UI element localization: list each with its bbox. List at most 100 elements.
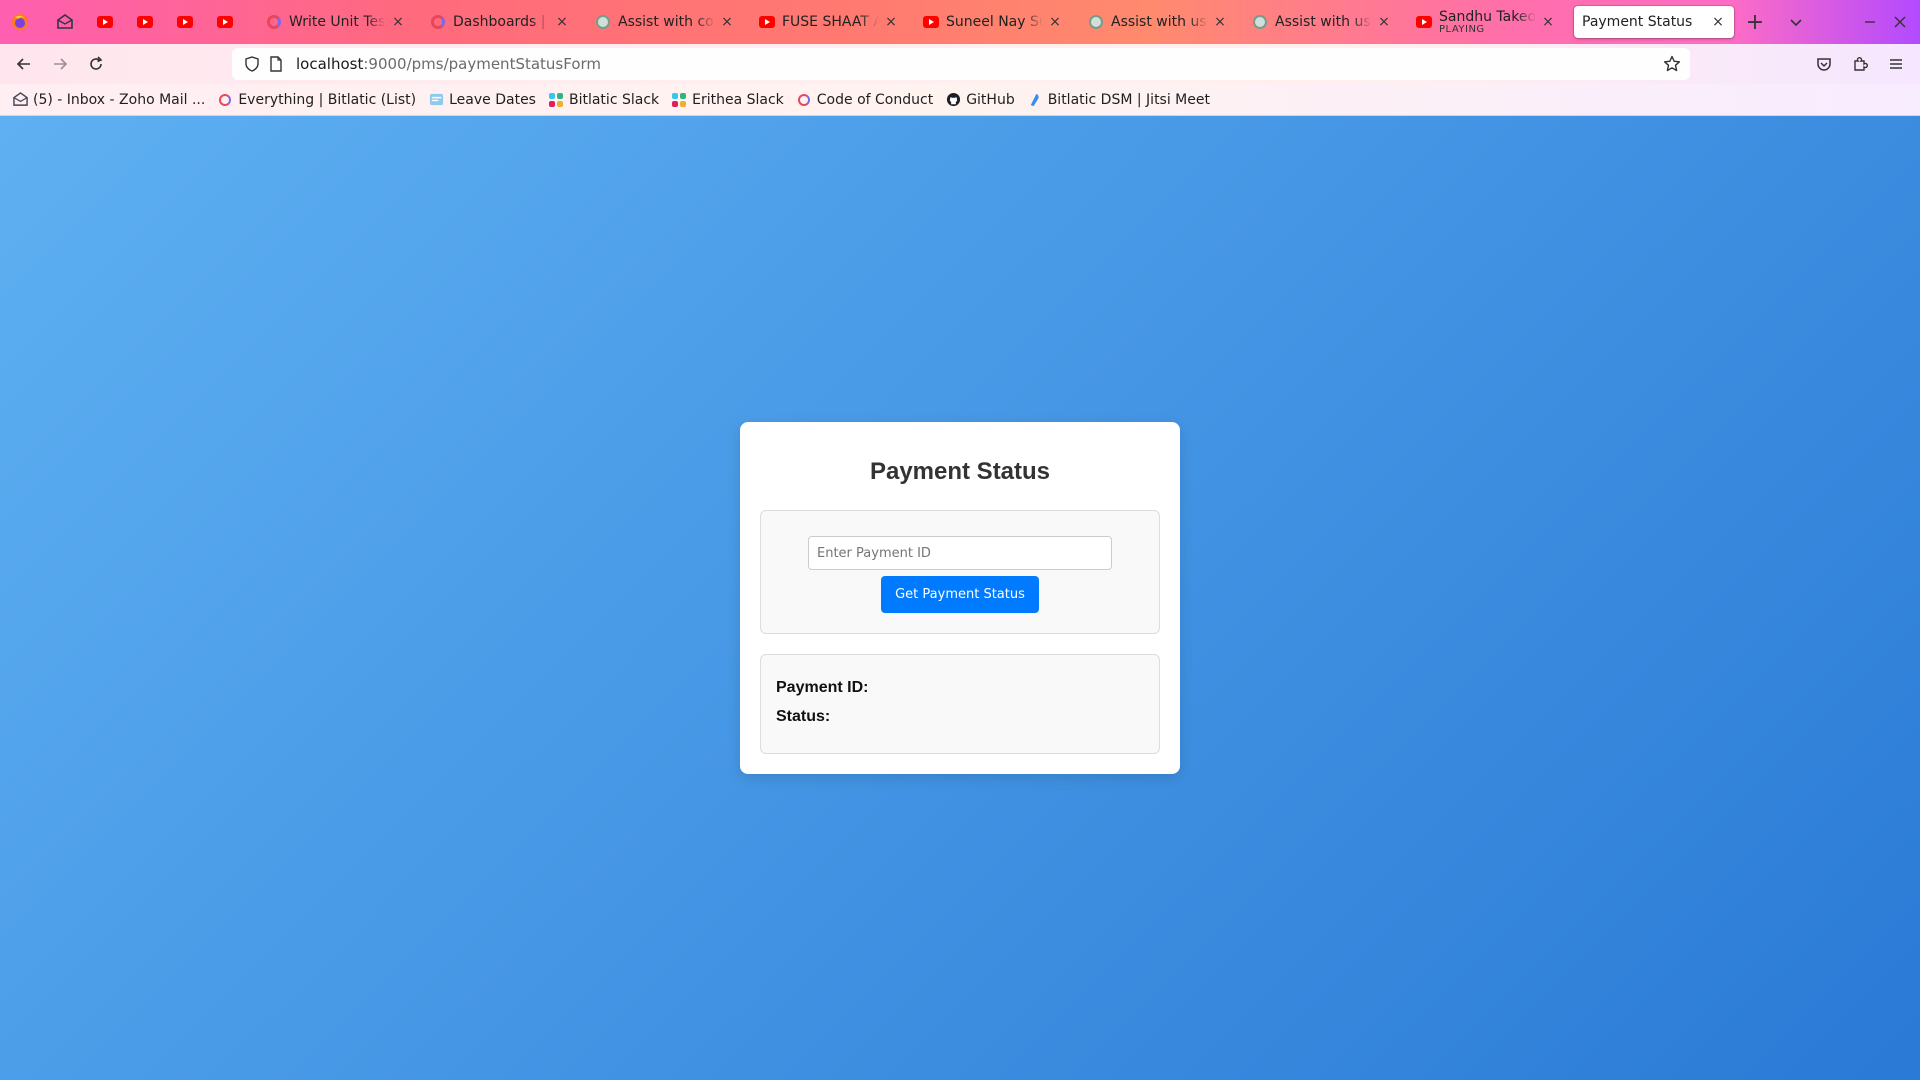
close-icon[interactable]: × (719, 14, 735, 30)
get-payment-status-button[interactable]: Get Payment Status (881, 576, 1039, 613)
clickup-icon (431, 15, 445, 29)
puzzle-icon (1854, 57, 1868, 71)
zoho-mail-icon (12, 92, 28, 108)
bookmark-label: Code of Conduct (816, 91, 934, 108)
url-text[interactable]: localhost:9000/pms/paymentStatusForm (296, 55, 601, 73)
pinned-tab-youtube-3[interactable] (167, 6, 203, 38)
reload-icon (90, 56, 103, 70)
close-icon (1894, 16, 1906, 28)
tab-suneel-nay-sulel[interactable]: Suneel Nay Sulel × (915, 6, 1071, 38)
arrow-right-icon (54, 58, 68, 70)
youtube-icon (217, 16, 233, 28)
slack-icon (548, 92, 563, 107)
pocket-icon (1817, 58, 1831, 71)
page-content: Payment Status Get Payment Status Paymen… (0, 116, 1920, 1080)
youtube-icon (1416, 16, 1432, 28)
minimize-button[interactable] (1858, 10, 1882, 34)
clickup-icon (267, 15, 281, 29)
bookmark-label: Leave Dates (449, 91, 536, 108)
youtube-icon (97, 16, 113, 28)
bookmark-bitlatic-slack[interactable]: Bitlatic Slack (548, 92, 659, 108)
back-button[interactable] (12, 52, 36, 76)
hamburger-menu-icon (1890, 59, 1902, 69)
pinned-tab-mail[interactable] (47, 6, 83, 38)
minimize-icon (1865, 21, 1875, 23)
pinned-tab-youtube-4[interactable] (207, 6, 243, 38)
mail-icon (57, 14, 73, 29)
close-icon[interactable]: × (1710, 14, 1726, 30)
page-info-icon[interactable] (266, 54, 286, 74)
status-label: Status: (776, 708, 831, 725)
chatgpt-icon (1089, 15, 1103, 29)
payment-result: Payment ID: Status: (760, 654, 1160, 754)
list-all-tabs-button[interactable] (1784, 10, 1808, 34)
bookmark-erithea-slack[interactable]: Erithea Slack (671, 92, 784, 108)
close-icon[interactable]: × (1540, 14, 1556, 30)
close-icon[interactable]: × (1376, 14, 1392, 30)
bookmark-label: Bitlatic DSM | Jitsi Meet (1047, 91, 1210, 108)
tab-assist-with-user-1[interactable]: Assist with user × (1080, 6, 1236, 38)
tab-dashboards[interactable]: Dashboards | Bitlatic × (422, 6, 578, 38)
payment-id-label: Payment ID: (776, 679, 869, 696)
reload-button[interactable] (84, 52, 108, 76)
tracking-protection-shield-icon[interactable] (242, 54, 262, 74)
bookmark-star-icon[interactable] (1662, 54, 1682, 74)
tab-payment-status[interactable]: Payment Status × (1574, 6, 1734, 38)
pinned-tab-youtube-2[interactable] (127, 6, 163, 38)
close-icon[interactable]: × (1212, 14, 1228, 30)
clickup-icon (797, 93, 810, 106)
tab-title: Sandhu Takeover (1439, 9, 1536, 25)
tab-title: Assist with user (1275, 14, 1372, 30)
tab-assist-with-user-2[interactable]: Assist with user × (1244, 6, 1400, 38)
tab-title: Suneel Nay Sulel (946, 14, 1043, 30)
close-icon[interactable]: × (554, 14, 570, 30)
firefox-menu-icon[interactable] (2, 6, 38, 38)
close-window-button[interactable] (1888, 10, 1912, 34)
pocket-button[interactable] (1812, 52, 1836, 76)
extensions-button[interactable] (1848, 52, 1872, 76)
pinned-tab-youtube-1[interactable] (87, 6, 123, 38)
arrow-left-icon (16, 58, 30, 70)
bookmark-label: Bitlatic Slack (568, 91, 660, 108)
bookmark-label: GitHub (966, 91, 1015, 108)
tab-sandhu-takeover[interactable]: Sandhu Takeover PLAYING × (1408, 6, 1564, 38)
tab-title: Assist with conv (618, 14, 715, 30)
bookmark-everything-bitlatic[interactable]: Everything | Bitlatic (List) (217, 92, 416, 108)
tab-title: Write Unit Tests (289, 14, 386, 30)
tab-bar: Write Unit Tests × Dashboards | Bitlatic… (0, 0, 1920, 44)
youtube-icon (923, 16, 939, 28)
page-title: Payment Status (869, 458, 1051, 485)
github-icon (945, 92, 961, 108)
bookmark-jitsi-meet[interactable]: Bitlatic DSM | Jitsi Meet (1027, 92, 1210, 108)
close-icon[interactable]: × (1047, 14, 1063, 30)
status-row: Status: (776, 708, 836, 726)
tab-assist-with-conv[interactable]: Assist with conv × (587, 6, 743, 38)
bookmark-zoho-mail[interactable]: (5) - Inbox - Zoho Mail ... (12, 92, 205, 108)
payment-id-input[interactable] (808, 536, 1112, 570)
tab-write-unit-tests[interactable]: Write Unit Tests × (258, 6, 414, 38)
close-icon[interactable]: × (883, 14, 899, 30)
youtube-icon (177, 16, 193, 28)
chevron-down-icon (1790, 19, 1802, 27)
youtube-icon (759, 16, 775, 28)
new-tab-button[interactable]: + (1743, 10, 1767, 35)
bookmarks-toolbar: (5) - Inbox - Zoho Mail ... Everything |… (0, 84, 1920, 116)
app-menu-button[interactable] (1884, 52, 1908, 76)
forward-button[interactable] (48, 52, 72, 76)
address-bar[interactable]: localhost:9000/pms/paymentStatusForm (232, 48, 1690, 80)
navigation-toolbar: localhost:9000/pms/paymentStatusForm (0, 44, 1920, 84)
sheet-icon (428, 92, 444, 108)
bookmark-label: Everything | Bitlatic (List) (238, 91, 417, 108)
tab-title: FUSE SHAAT AYE (782, 14, 879, 30)
tab-title: Payment Status (1582, 14, 1693, 30)
url-host: localhost (296, 55, 364, 73)
clickup-icon (219, 93, 232, 106)
payment-status-card: Payment Status Get Payment Status Paymen… (740, 422, 1180, 774)
chatgpt-icon (1253, 15, 1267, 29)
tab-fuse-shaat-aye[interactable]: FUSE SHAAT AYE × (751, 6, 907, 38)
bookmark-github[interactable]: GitHub (945, 92, 1015, 108)
bookmark-leave-dates[interactable]: Leave Dates (428, 92, 536, 108)
chatgpt-icon (596, 15, 610, 29)
bookmark-code-of-conduct[interactable]: Code of Conduct (796, 92, 933, 108)
close-icon[interactable]: × (390, 14, 406, 30)
